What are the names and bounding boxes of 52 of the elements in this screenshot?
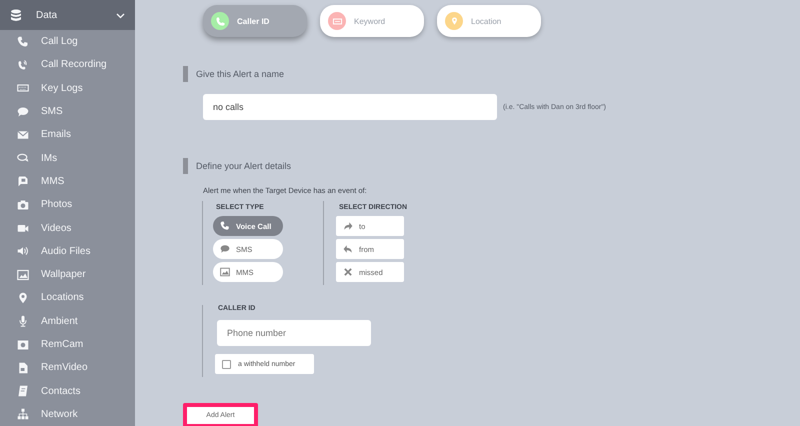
sidebar-item[interactable]: MMS xyxy=(0,170,135,194)
sidebar-item[interactable]: Emails xyxy=(0,123,135,146)
section-marker xyxy=(183,66,188,82)
section-label: Data xyxy=(36,10,58,20)
forward-arrow-icon xyxy=(343,221,353,231)
sidebar-item[interactable]: Network xyxy=(0,402,135,426)
sidebar-item[interactable]: Wallpaper xyxy=(0,262,135,286)
phone-icon xyxy=(17,36,29,48)
sidebar-item[interactable]: Videos xyxy=(0,216,135,240)
speaker-icon xyxy=(17,245,29,258)
camera-icon xyxy=(17,198,29,211)
sidebar-item[interactable]: Call Log xyxy=(0,30,135,54)
sidebar-item[interactable]: Photos xyxy=(0,193,135,216)
video-file-icon xyxy=(17,362,29,374)
sidebar-header[interactable]: Data xyxy=(0,0,135,30)
sidebar-item[interactable]: RemCam xyxy=(0,332,135,356)
section-marker xyxy=(183,158,188,174)
sidebar-item[interactable]: Ambient xyxy=(0,310,135,333)
section-heading: Define your Alert details xyxy=(196,161,292,171)
phone-signal-icon xyxy=(17,58,29,71)
image-icon xyxy=(17,268,29,281)
map-pin-icon xyxy=(17,292,29,304)
microphone-icon xyxy=(17,315,29,328)
alert-name-field[interactable]: no calls xyxy=(203,94,497,120)
chat-bubbles-icon xyxy=(17,152,29,164)
image-icon xyxy=(220,267,230,277)
x-mark-icon xyxy=(343,267,353,277)
speech-bubble-icon xyxy=(220,244,230,254)
sidebar-item[interactable]: IMs xyxy=(0,146,135,170)
webcam-icon xyxy=(17,338,29,350)
sidebar-item[interactable]: Audio Files xyxy=(0,240,135,263)
phone-number-field[interactable]: Phone number xyxy=(217,320,371,346)
speech-bubble-icon xyxy=(17,106,29,118)
alert-type-tab[interactable]: Caller ID xyxy=(203,5,307,37)
alert-type-tab[interactable]: Keyword xyxy=(320,5,424,37)
envelope-icon xyxy=(17,128,29,141)
sidebar-item[interactable]: Contacts xyxy=(0,379,135,403)
sidebar-item[interactable]: SMS xyxy=(0,100,135,124)
sidebar-item[interactable]: Key Logs xyxy=(0,76,135,100)
address-book-icon xyxy=(17,385,29,398)
sidebar-item[interactable]: Locations xyxy=(0,286,135,310)
video-camera-icon xyxy=(17,222,29,234)
picture-message-icon xyxy=(17,175,29,188)
reply-arrow-icon xyxy=(343,244,353,254)
phone-icon xyxy=(220,221,230,231)
section-heading: Give this Alert a name xyxy=(196,69,284,79)
keyboard-icon xyxy=(17,82,29,94)
database-icon xyxy=(10,8,22,22)
network-icon xyxy=(17,408,29,420)
alert-type-tab[interactable]: Location xyxy=(437,5,541,37)
sidebar-item[interactable]: RemVideo xyxy=(0,356,135,380)
sidebar-item[interactable]: Call Recording xyxy=(0,53,135,77)
